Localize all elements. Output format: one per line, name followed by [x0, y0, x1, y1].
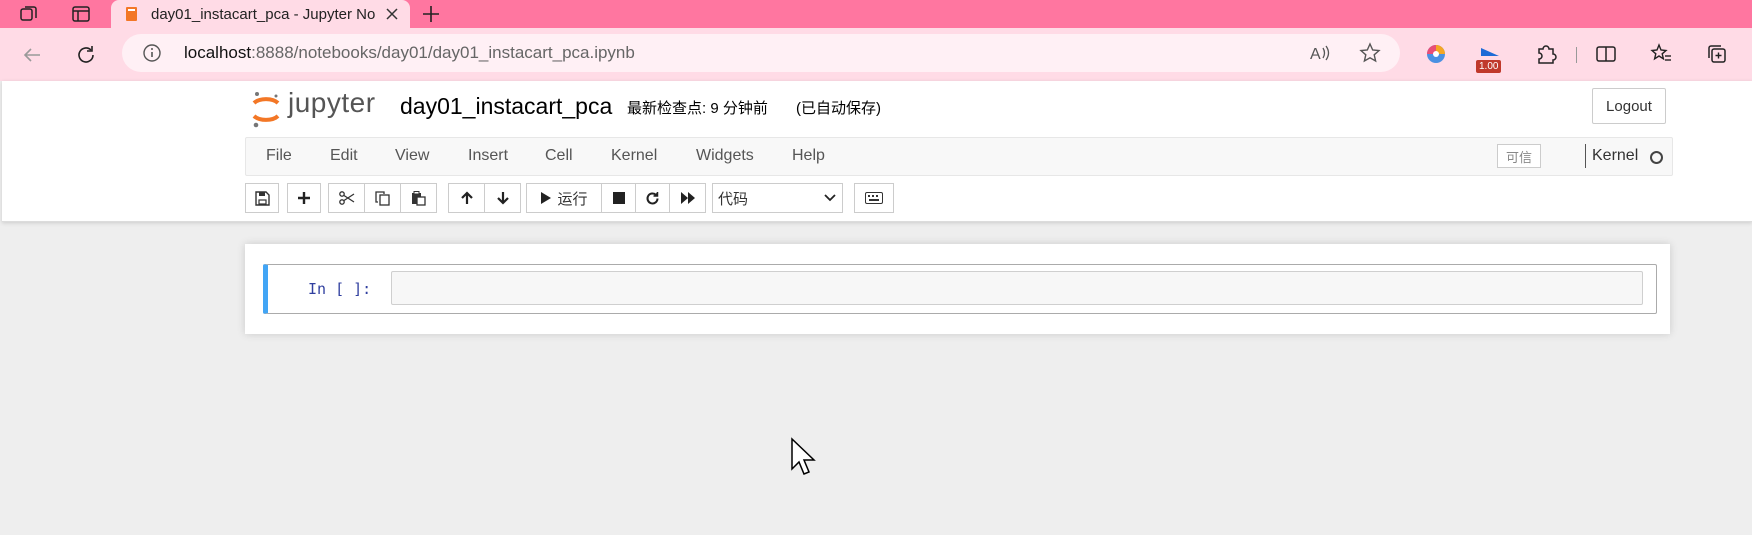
- move-up-button[interactable]: [448, 183, 485, 213]
- arrow-down-icon: [496, 192, 509, 205]
- menu-insert[interactable]: Insert: [468, 147, 508, 165]
- cell-prompt: In [ ]:: [308, 280, 372, 298]
- menu-edit[interactable]: Edit: [330, 147, 358, 165]
- checkpoint-status: 最新检查点: 9 分钟前: [627, 100, 768, 117]
- paste-icon: [412, 190, 426, 206]
- kernel-separator: [1585, 144, 1586, 168]
- collections-icon[interactable]: [1703, 40, 1731, 68]
- svg-text:A: A: [1310, 46, 1321, 63]
- site-info-icon[interactable]: [142, 43, 162, 63]
- url-field[interactable]: localhost:8888/notebooks/day01/day01_ins…: [122, 34, 1400, 72]
- command-palette-button[interactable]: [854, 183, 894, 213]
- arrow-up-icon: [460, 191, 473, 204]
- tab-active[interactable]: day01_instacart_pca - Jupyter No: [111, 0, 410, 28]
- url-path: :8888/notebooks/day01/day01_instacart_pc…: [251, 43, 635, 62]
- browser-tab-bar: day01_instacart_pca - Jupyter No: [0, 0, 1752, 28]
- tab-title: day01_instacart_pca - Jupyter No: [151, 5, 376, 23]
- notebook-container: In [ ]:: [245, 244, 1670, 334]
- stop-icon: [612, 192, 625, 204]
- copy-button[interactable]: [364, 183, 401, 213]
- close-tab-icon[interactable]: [384, 6, 400, 22]
- menu-help[interactable]: Help: [792, 147, 825, 165]
- save-button[interactable]: [245, 183, 279, 213]
- keyboard-icon: [865, 192, 883, 204]
- tab-actions-icon[interactable]: [68, 2, 94, 26]
- restart-button[interactable]: [635, 183, 670, 213]
- split-screen-icon[interactable]: [1592, 40, 1620, 68]
- restart-icon: [646, 191, 659, 204]
- jupyter-header: jupyter day01_instacart_pca 最新检查点: 9 分钟前…: [2, 81, 1752, 222]
- copy-icon: [375, 190, 390, 206]
- play-icon: [541, 192, 552, 204]
- plus-icon: [298, 192, 310, 204]
- toolbar-separator: [1576, 47, 1577, 63]
- save-icon: [254, 190, 270, 206]
- menu-kernel[interactable]: Kernel: [611, 147, 657, 165]
- refresh-icon[interactable]: [72, 41, 100, 69]
- menu-view[interactable]: View: [395, 147, 429, 165]
- logout-button[interactable]: Logout: [1592, 88, 1666, 124]
- url-text: localhost:8888/notebooks/day01/day01_ins…: [184, 43, 635, 63]
- extension-badge: 1.00: [1476, 60, 1502, 73]
- run-button[interactable]: 运行: [526, 183, 602, 213]
- cut-button[interactable]: [328, 183, 365, 213]
- cell-type-select[interactable]: 代码: [712, 183, 843, 213]
- kernel-idle-indicator-icon: [1650, 151, 1663, 164]
- kernel-name: Kernel: [1592, 147, 1639, 164]
- address-bar-row: localhost:8888/notebooks/day01/day01_ins…: [0, 28, 1752, 81]
- notebook-favicon-icon: [126, 7, 137, 21]
- code-cell[interactable]: In [ ]:: [263, 264, 1657, 314]
- read-aloud-icon[interactable]: A: [1308, 42, 1332, 64]
- interrupt-button[interactable]: [601, 183, 636, 213]
- menu-widgets[interactable]: Widgets: [696, 147, 754, 165]
- jupyter-logo-text: jupyter: [288, 87, 376, 118]
- url-host: localhost: [184, 43, 252, 62]
- mouse-pointer-icon: [791, 437, 816, 475]
- cell-type-value: 代码: [718, 190, 749, 208]
- autosave-status: (已自动保存): [796, 100, 881, 117]
- extension-colorful-icon[interactable]: [1422, 40, 1450, 68]
- trusted-indicator[interactable]: 可信: [1497, 144, 1541, 168]
- workspaces-icon[interactable]: [16, 2, 42, 26]
- menu-file[interactable]: File: [266, 147, 292, 165]
- favorites-icon[interactable]: [1647, 40, 1675, 68]
- run-label: 运行: [557, 190, 588, 208]
- code-input[interactable]: [391, 271, 1643, 305]
- new-tab-icon[interactable]: [418, 2, 444, 26]
- menu-bar: File Edit View Insert Cell Kernel Widget…: [245, 137, 1673, 176]
- paste-button[interactable]: [400, 183, 437, 213]
- menu-cell[interactable]: Cell: [545, 147, 573, 165]
- fast-forward-icon: [680, 192, 695, 204]
- back-icon[interactable]: [18, 41, 46, 69]
- extensions-puzzle-icon[interactable]: [1532, 40, 1560, 68]
- restart-run-all-button[interactable]: [669, 183, 706, 213]
- favorite-star-icon[interactable]: [1358, 42, 1382, 64]
- scissors-icon: [338, 191, 354, 205]
- chevron-down-icon: [824, 194, 836, 202]
- notebook-title[interactable]: day01_instacart_pca: [400, 93, 612, 120]
- move-down-button[interactable]: [484, 183, 521, 213]
- insert-cell-button[interactable]: [287, 183, 321, 213]
